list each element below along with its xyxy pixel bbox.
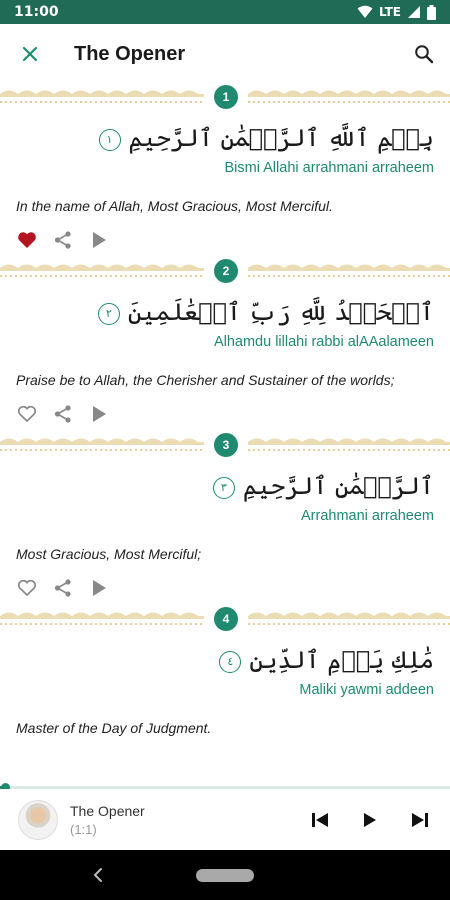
verse-actions	[16, 398, 434, 430]
verse-transliteration: Arrahmani arraheem	[301, 508, 434, 524]
verse-item: مَٰلِكِ يَوۡمِ ٱلدِّينِ ٤ Maliki yawmi ad…	[0, 642, 450, 738]
play-verse-button[interactable]	[88, 577, 110, 599]
battery-icon	[427, 4, 436, 20]
signal-icon	[408, 6, 420, 18]
ayah-end-marker: ٤	[219, 650, 242, 673]
verse-divider: 3	[0, 432, 450, 458]
ayah-end-marker: ١	[98, 128, 121, 151]
verse-arabic-text: ٱلۡحَمۡدُ لِلَّهِ رَبِّ ٱلۡعَٰلَمِينَ ٢	[16, 294, 434, 330]
audio-player: The Opener (1:1)	[0, 789, 450, 850]
ayah-end-marker: ٢	[97, 302, 120, 325]
skip-next-icon	[412, 812, 428, 827]
verse-translation: Master of the Day of Judgment.	[16, 720, 212, 736]
share-icon	[54, 579, 71, 597]
play-button[interactable]	[358, 808, 382, 832]
verse-translation: Praise be to Allah, the Cherisher and Su…	[16, 372, 395, 388]
verse-item: بِسۡمِ ٱللَّهِ ٱلرَّحۡمَٰنِ ٱلرَّحِيمِ١ …	[0, 120, 450, 256]
status-bar: 11:00 LTE	[0, 0, 450, 24]
verse-translation: In the name of Allah, Most Gracious, Mos…	[16, 198, 333, 214]
arabic-text: بِسۡمِ ٱللَّهِ ٱلرَّحۡمَٰنِ ٱلرَّحِيمِ	[128, 124, 435, 152]
app-bar: The Opener	[0, 24, 450, 84]
heart-outline-icon	[17, 405, 37, 423]
play-verse-button[interactable]	[88, 229, 110, 251]
share-button[interactable]	[52, 577, 74, 599]
share-icon	[54, 231, 71, 249]
skip-previous-icon	[312, 812, 328, 827]
verse-arabic-text: ٱلرَّحۡمَٰنِ ٱلرَّحِيمِ ٣	[16, 468, 434, 504]
previous-button[interactable]	[308, 808, 332, 832]
player-controls	[308, 808, 432, 832]
verse-translation: Most Gracious, Most Merciful;	[16, 546, 202, 562]
share-icon	[54, 405, 71, 423]
search-button[interactable]	[398, 24, 450, 84]
network-label: LTE	[378, 5, 401, 19]
play-icon	[93, 580, 106, 596]
heart-outline-icon	[17, 579, 37, 597]
verse-number-badge: 4	[214, 607, 238, 631]
status-time: 11:00	[14, 4, 59, 20]
home-pill[interactable]	[196, 868, 254, 882]
close-button[interactable]	[0, 24, 60, 84]
play-icon	[93, 232, 106, 248]
share-button[interactable]	[52, 403, 74, 425]
player-info[interactable]: The Opener (1:1)	[70, 803, 308, 837]
system-nav-bar	[0, 850, 450, 900]
verse-number-badge: 2	[214, 259, 238, 283]
play-icon	[93, 406, 106, 422]
verse-actions	[16, 572, 434, 604]
back-icon[interactable]	[90, 866, 108, 884]
arabic-text: ٱلۡحَمۡدُ لِلَّهِ رَبِّ ٱلۡعَٰلَمِينَ	[127, 298, 434, 326]
arabic-text: ٱلرَّحۡمَٰنِ ٱلرَّحِيمِ	[242, 472, 434, 500]
reciter-avatar	[18, 799, 58, 840]
verse-arabic-text: مَٰلِكِ يَوۡمِ ٱلدِّينِ ٤	[16, 642, 434, 678]
verse-transliteration: Maliki yawmi addeen	[299, 682, 434, 698]
ayah-end-marker: ٣	[212, 476, 235, 499]
verse-item: ٱلرَّحۡمَٰنِ ٱلرَّحِيمِ ٣ Arrahmani arrah…	[0, 468, 450, 604]
verse-number-badge: 1	[214, 85, 238, 109]
verse-number-badge: 3	[214, 433, 238, 457]
verse-item: ٱلۡحَمۡدُ لِلَّهِ رَبِّ ٱلۡعَٰلَمِينَ ٢ A…	[0, 294, 450, 430]
arabic-text: مَٰلِكِ يَوۡمِ ٱلدِّينِ	[249, 646, 434, 674]
play-verse-button[interactable]	[88, 403, 110, 425]
verse-divider: 2	[0, 258, 450, 284]
share-button[interactable]	[52, 229, 74, 251]
verse-transliteration: Alhamdu lillahi rabbi alAAalameen	[213, 334, 434, 350]
next-button[interactable]	[408, 808, 432, 832]
verse-divider: 4	[0, 606, 450, 632]
favorite-button[interactable]	[16, 577, 38, 599]
wifi-icon	[357, 5, 373, 18]
verse-transliteration: Bismi Allahi arrahmani arraheem	[224, 160, 434, 176]
verse-list[interactable]: 1 بِسۡمِ ٱللَّهِ ٱلرَّحۡمَٰنِ ٱلرَّحِيمِ…	[0, 84, 450, 786]
favorite-button[interactable]	[16, 403, 38, 425]
verse-arabic-text: بِسۡمِ ٱللَّهِ ٱلرَّحۡمَٰنِ ٱلرَّحِيمِ ١	[16, 120, 434, 156]
page-title: The Opener	[74, 42, 186, 65]
player-subtitle: (1:1)	[70, 821, 97, 837]
favorite-button[interactable]	[16, 229, 38, 251]
verse-actions	[16, 224, 434, 256]
play-icon	[364, 812, 376, 827]
close-icon	[22, 46, 38, 62]
verse-divider: 1	[0, 84, 450, 110]
heart-icon	[18, 232, 36, 248]
search-icon	[415, 45, 434, 64]
player-title: The Opener	[70, 802, 145, 819]
